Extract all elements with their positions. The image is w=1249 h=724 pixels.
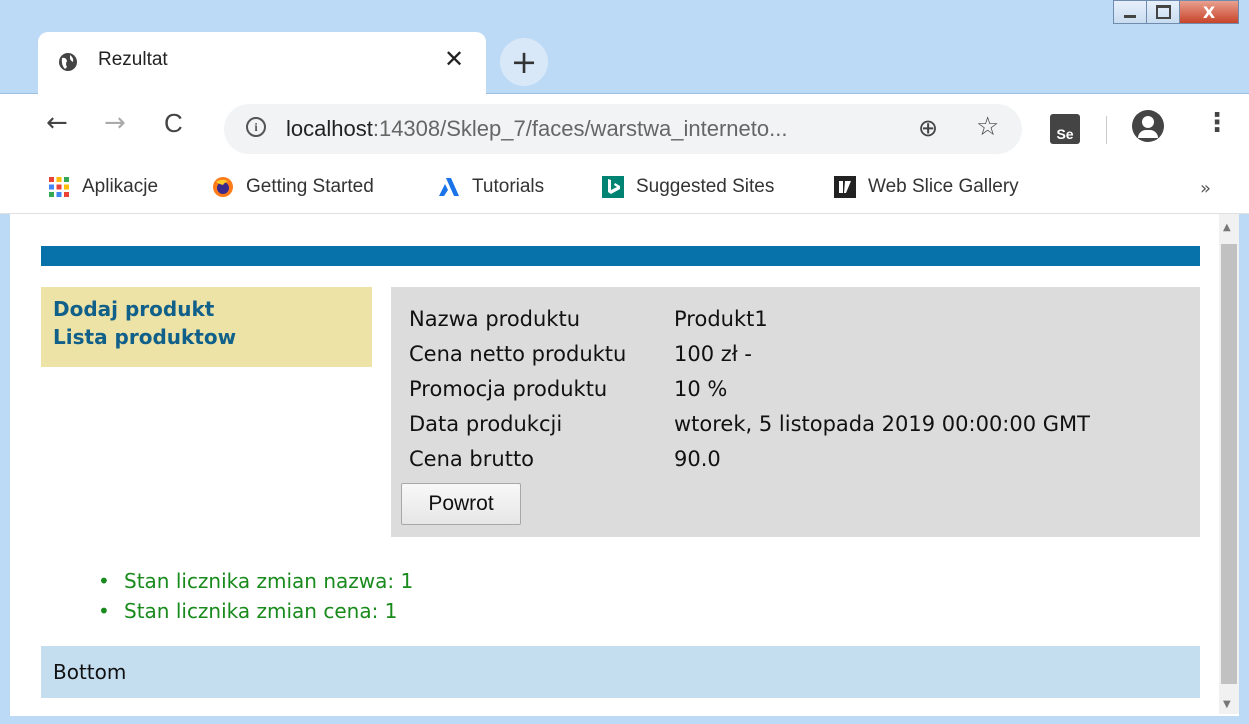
tab-rezultat[interactable]: Rezultat ✕	[38, 32, 486, 94]
selenium-extension-icon[interactable]: Se	[1050, 114, 1080, 144]
maximize-button[interactable]	[1146, 0, 1180, 24]
bookmark-getting-started[interactable]: Getting Started	[212, 176, 374, 198]
detail-value: 10 %	[674, 377, 728, 401]
bookmark-star-icon[interactable]: ☆	[976, 112, 999, 142]
vertical-scrollbar[interactable]: ▲ ▼	[1219, 214, 1239, 714]
detail-row-gross-price: Cena brutto 90.0	[409, 447, 721, 471]
kebab-menu-icon[interactable]: ⋮	[1204, 108, 1230, 138]
scroll-up-icon[interactable]: ▲	[1223, 222, 1231, 233]
browser-titlebar: Rezultat ✕ + X	[0, 0, 1249, 94]
detail-label: Promocja produktu	[409, 377, 608, 401]
bookmarks-overflow-icon[interactable]: »	[1200, 178, 1211, 199]
info-icon[interactable]: i	[246, 117, 266, 137]
scroll-down-icon[interactable]: ▼	[1223, 699, 1231, 710]
maximize-icon	[1155, 5, 1171, 19]
bookmark-web-slice-gallery[interactable]: Web Slice Gallery	[834, 176, 1019, 198]
detail-row-promotion: Promocja produktu 10 %	[409, 377, 727, 401]
product-details-panel: Nazwa produktu Produkt1 Cena netto produ…	[391, 287, 1200, 537]
detail-value: 100 zł -	[674, 342, 753, 366]
address-bar[interactable]: i localhost:14308/Sklep_7/faces/warstwa_…	[224, 104, 1022, 154]
product-list-link[interactable]: Lista produktow	[53, 325, 236, 349]
bookmark-label: Suggested Sites	[636, 176, 775, 197]
list-item: Stan licznika zmian cena: 1	[90, 596, 413, 626]
bookmark-label: Tutorials	[472, 176, 545, 197]
bookmark-suggested-sites[interactable]: Suggested Sites	[602, 176, 774, 198]
detail-label: Cena brutto	[409, 447, 535, 471]
page-viewport: Dodaj produkt Lista produktow Nazwa prod…	[0, 214, 1249, 724]
url-path: :14308/Sklep_7/faces/warstwa_interneto..…	[372, 116, 788, 141]
detail-value: 90.0	[674, 447, 721, 471]
url-host: localhost	[286, 116, 373, 141]
forward-arrow-icon[interactable]: →	[104, 108, 126, 138]
bookmarks-bar: Aplikacje Getting Started Tutorials Sugg…	[0, 166, 1249, 214]
apps-grid-icon	[49, 177, 69, 197]
detail-row-net-price: Cena netto produktu 100 zł -	[409, 342, 752, 366]
account-icon[interactable]	[1132, 110, 1164, 142]
footer-label: Bottom	[53, 660, 127, 684]
detail-label: Nazwa produktu	[409, 307, 581, 331]
detail-row-name: Nazwa produktu Produkt1	[409, 307, 768, 331]
change-counters-list: Stan licznika zmian nazwa: 1 Stan liczni…	[90, 566, 413, 626]
reload-icon[interactable]: C	[164, 108, 183, 139]
firefox-icon	[213, 177, 233, 197]
bookmark-tutorials[interactable]: Tutorials	[438, 176, 544, 198]
detail-value: wtorek, 5 listopada 2019 00:00:00 GMT	[674, 412, 1090, 436]
detail-label: Cena netto produktu	[409, 342, 627, 366]
close-window-button[interactable]: X	[1179, 0, 1239, 24]
minimize-icon	[1124, 14, 1136, 18]
detail-value: Produkt1	[674, 307, 768, 331]
bing-icon	[602, 176, 624, 198]
globe-icon	[59, 53, 77, 71]
window-frame-right	[1239, 214, 1249, 724]
tab-title: Rezultat	[98, 49, 168, 70]
add-product-link[interactable]: Dodaj produkt	[53, 297, 214, 321]
bookmark-label: Web Slice Gallery	[868, 176, 1019, 197]
window-controls: X	[1113, 0, 1239, 26]
detail-row-production-date: Data produkcji wtorek, 5 listopada 2019 …	[409, 412, 1090, 436]
list-item: Stan licznika zmian nazwa: 1	[90, 566, 413, 596]
tutorials-icon	[439, 178, 459, 196]
bookmark-aplikacje[interactable]: Aplikacje	[48, 176, 158, 198]
zoom-icon[interactable]: ⊕	[918, 114, 938, 142]
back-arrow-icon[interactable]: ←	[46, 108, 68, 138]
header-bar	[41, 246, 1200, 266]
web-slice-icon	[834, 176, 856, 198]
bookmark-label: Aplikacje	[82, 176, 159, 197]
new-tab-button[interactable]: +	[500, 38, 548, 86]
side-menu: Dodaj produkt Lista produktow	[41, 287, 372, 367]
toolbar-divider	[1106, 116, 1107, 144]
url-text[interactable]: localhost:14308/Sklep_7/faces/warstwa_in…	[286, 116, 787, 142]
bookmark-label: Getting Started	[246, 176, 374, 197]
detail-label: Data produkcji	[409, 412, 563, 436]
scrollbar-thumb[interactable]	[1221, 244, 1237, 684]
back-button[interactable]: Powrot	[401, 483, 521, 525]
minimize-button[interactable]	[1113, 0, 1147, 24]
tab-close-icon[interactable]: ✕	[444, 45, 464, 73]
browser-toolbar: ← → C i localhost:14308/Sklep_7/faces/wa…	[0, 94, 1249, 166]
footer-bar: Bottom	[41, 646, 1200, 698]
